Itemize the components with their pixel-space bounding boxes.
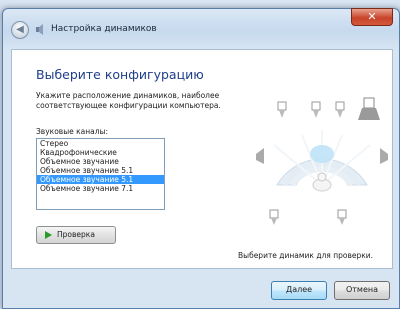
speaker-subwoofer[interactable] xyxy=(358,97,380,120)
cancel-button[interactable]: Отмена xyxy=(334,281,390,300)
back-arrow-icon: ◀ xyxy=(16,24,24,35)
content-panel: Выберите конфигурацию Укажите расположен… xyxy=(11,49,393,269)
window-title: Настройка динамиков xyxy=(51,24,157,34)
channel-item-selected[interactable]: Объемное звучание 5.1 xyxy=(37,175,164,184)
back-button[interactable]: ◀ xyxy=(11,21,29,39)
next-button[interactable]: Далее xyxy=(271,281,327,300)
channel-item[interactable]: Объемное звучание 7.1 xyxy=(37,184,164,193)
speaker-rear-left[interactable] xyxy=(269,209,279,225)
speaker-side-right[interactable] xyxy=(380,148,388,164)
speaker-side-left[interactable] xyxy=(256,148,264,164)
channels-listbox[interactable]: Стерео Квадрофонические Объемное звучани… xyxy=(36,138,165,210)
channel-item[interactable]: Объемное звучание 5.1 xyxy=(37,166,164,175)
test-button[interactable]: Проверка xyxy=(36,226,116,244)
speaker-layout-diagram[interactable] xyxy=(252,90,392,230)
play-icon xyxy=(45,231,52,239)
instruction-text: Укажите расположение динамиков, наиболее… xyxy=(36,91,221,110)
test-button-label: Проверка xyxy=(57,230,95,239)
speaker-center[interactable] xyxy=(311,101,321,118)
speaker-settings-icon xyxy=(36,24,43,35)
channel-item[interactable]: Стерео xyxy=(37,139,164,148)
channel-item[interactable]: Квадрофонические xyxy=(37,148,164,157)
test-hint: Выберите динамик для проверки. xyxy=(238,251,374,260)
speaker-front-left[interactable] xyxy=(277,101,287,118)
speaker-setup-dialog: ✕ ◀ Настройка динамиков Выберите конфигу… xyxy=(2,8,400,309)
page-heading: Выберите конфигурацию xyxy=(36,67,204,82)
button-bar: Далее Отмена xyxy=(3,269,399,308)
speaker-rear-right[interactable] xyxy=(337,209,347,225)
channels-label: Звуковые каналы: xyxy=(36,127,108,136)
title-bar: ◀ Настройка динамиков xyxy=(3,13,399,49)
channel-item[interactable]: Объемное звучание xyxy=(37,157,164,166)
speaker-front-right[interactable] xyxy=(335,101,345,118)
